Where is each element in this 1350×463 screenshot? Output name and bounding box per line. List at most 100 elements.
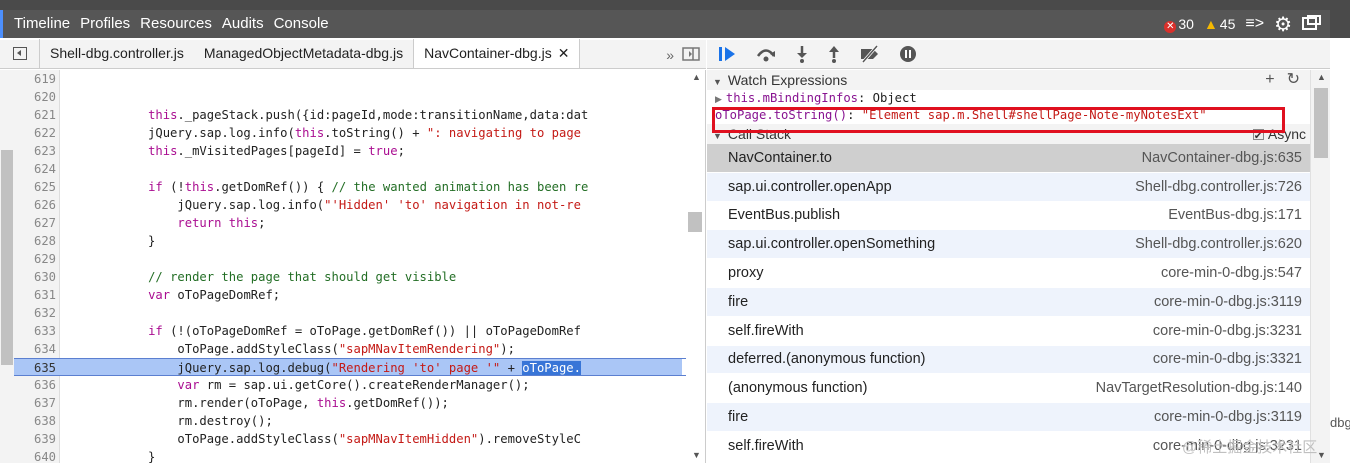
resume-icon[interactable]	[717, 45, 737, 63]
code-line[interactable]: 622 jQuery.sap.log.info(this.toString() …	[14, 124, 686, 142]
code-line[interactable]: 626 jQuery.sap.log.info("'Hidden' 'to' n…	[14, 196, 686, 214]
refresh-watch-icon[interactable]: ↻	[1287, 70, 1300, 90]
warning-counter[interactable]: ▲ 45	[1204, 16, 1235, 32]
line-number[interactable]: 625	[14, 178, 56, 196]
more-tabs-icon[interactable]: »	[666, 47, 674, 64]
code-line[interactable]: 640 }	[14, 448, 686, 463]
add-watch-icon[interactable]: +	[1265, 70, 1274, 90]
call-frame[interactable]: fire core-min-0-dbg.js:3119	[707, 287, 1310, 317]
scroll-down-icon[interactable]: ▼	[1317, 450, 1326, 460]
pause-on-exceptions-icon[interactable]	[899, 45, 917, 63]
step-over-icon[interactable]	[755, 45, 777, 63]
tab-resources[interactable]: Resources	[135, 10, 217, 38]
line-number[interactable]: 624	[14, 160, 56, 178]
frame-location[interactable]: core-min-0-dbg.js:3119	[1154, 294, 1302, 310]
line-number[interactable]: 619	[14, 70, 56, 88]
line-number[interactable]: 640	[14, 448, 56, 463]
dock-side-icon[interactable]	[1302, 14, 1322, 34]
line-number[interactable]: 638	[14, 412, 56, 430]
scrollbar-thumb[interactable]	[688, 212, 702, 232]
deactivate-breakpoints-icon[interactable]	[859, 45, 881, 63]
code-line[interactable]: 621 this._pageStack.push({id:pageId,mode…	[14, 106, 686, 124]
call-frame[interactable]: proxy core-min-0-dbg.js:547	[707, 259, 1310, 288]
line-number[interactable]: 631	[14, 286, 56, 304]
code-line[interactable]: 636 var rm = sap.ui.getCore().createRend…	[14, 376, 686, 394]
scrollbar-thumb[interactable]	[1, 150, 13, 365]
code-line[interactable]: 631 var oToPageDomRef;	[14, 286, 686, 304]
call-frame[interactable]: fire core-min-0-dbg.js:3119	[707, 403, 1310, 432]
frame-location[interactable]: NavContainer-dbg.js:635	[1142, 150, 1302, 166]
scrollbar-thumb[interactable]	[1314, 88, 1328, 158]
line-number[interactable]: 639	[14, 430, 56, 448]
code-line[interactable]: 638 rm.destroy();	[14, 412, 686, 430]
call-frame[interactable]: deferred.(anonymous function) core-min-0-…	[707, 345, 1310, 375]
line-number[interactable]: 621	[14, 106, 56, 124]
call-frame[interactable]: EventBus.publish EventBus-dbg.js:171	[707, 202, 1310, 231]
settings-gear-icon[interactable]: ⚙	[1274, 12, 1292, 37]
line-number[interactable]: 620	[14, 88, 56, 106]
code-line[interactable]: 620	[14, 88, 686, 106]
code-line[interactable]: 632	[14, 304, 686, 322]
line-number[interactable]: 632	[14, 304, 56, 322]
navigator-toggle-button[interactable]	[0, 39, 40, 68]
file-tab-managed-object-metadata[interactable]: ManagedObjectMetadata-dbg.js	[194, 39, 413, 68]
line-number[interactable]: 627	[14, 214, 56, 232]
tab-audits[interactable]: Audits	[217, 10, 269, 38]
step-into-icon[interactable]	[795, 45, 809, 63]
code-line[interactable]: 629	[14, 250, 686, 268]
line-number[interactable]: 622	[14, 124, 56, 142]
source-vertical-scrollbar[interactable]: ▲ ▼	[686, 70, 705, 463]
file-tab-navcontainer[interactable]: NavContainer-dbg.js ✕	[413, 39, 581, 68]
scroll-up-icon[interactable]: ▲	[1317, 72, 1326, 82]
frame-location[interactable]: Shell-dbg.controller.js:620	[1135, 236, 1302, 252]
step-out-icon[interactable]	[827, 45, 841, 63]
frame-location[interactable]: core-min-0-dbg.js:547	[1161, 265, 1302, 281]
line-number[interactable]: 636	[14, 376, 56, 394]
code-line[interactable]: 639 oToPage.addStyleClass("sapMNavItemHi…	[14, 430, 686, 448]
code-line[interactable]: 637 rm.render(oToPage, this.getDomRef())…	[14, 394, 686, 412]
call-frame[interactable]: sap.ui.controller.openSomething Shell-dbg…	[707, 230, 1310, 260]
tab-console[interactable]: Console	[269, 10, 334, 38]
tab-profiles[interactable]: Profiles	[75, 10, 135, 38]
left-scrollbar[interactable]	[0, 70, 14, 463]
code-line[interactable]: 627 return this;	[14, 214, 686, 232]
sidebar-scrollbar[interactable]: ▲ ▼	[1310, 70, 1330, 463]
watch-item[interactable]: ▶ this.mBindingInfos: Object	[707, 90, 1330, 107]
line-number[interactable]: 633	[14, 322, 56, 340]
line-number[interactable]: 626	[14, 196, 56, 214]
line-number[interactable]: 635	[14, 359, 56, 375]
close-tab-icon[interactable]: ✕	[558, 45, 570, 61]
scroll-down-icon[interactable]: ▼	[692, 450, 701, 460]
code-line[interactable]: 635 jQuery.sap.log.debug("Rendering 'to'…	[14, 358, 686, 376]
code-line[interactable]: 634 oToPage.addStyleClass("sapMNavItemRe…	[14, 340, 686, 358]
frame-location[interactable]: core-min-0-dbg.js:3231	[1153, 323, 1302, 339]
line-number[interactable]: 628	[14, 232, 56, 250]
file-tab-shell-controller[interactable]: Shell-dbg.controller.js	[40, 39, 194, 68]
line-number[interactable]: 630	[14, 268, 56, 286]
call-frame[interactable]: NavContainer.to NavContainer-dbg.js:635	[707, 144, 1310, 173]
frame-location[interactable]: Shell-dbg.controller.js:726	[1135, 179, 1302, 195]
line-number[interactable]: 629	[14, 250, 56, 268]
line-number[interactable]: 634	[14, 340, 56, 358]
code-line[interactable]: 619	[14, 70, 686, 88]
frame-location[interactable]: core-min-0-dbg.js:3321	[1153, 351, 1302, 367]
code-line[interactable]: 623 this._mVisitedPages[pageId] = true;	[14, 142, 686, 160]
line-number[interactable]: 623	[14, 142, 56, 160]
call-frame[interactable]: sap.ui.controller.openApp Shell-dbg.contr…	[707, 172, 1310, 202]
watch-expressions-header[interactable]: ▼ Watch Expressions + ↻	[707, 70, 1330, 90]
code-line[interactable]: 624	[14, 160, 686, 178]
code-line[interactable]: 625 if (!this.getDomRef()) { // the want…	[14, 178, 686, 196]
frame-location[interactable]: core-min-0-dbg.js:3119	[1154, 409, 1302, 425]
frame-location[interactable]: EventBus-dbg.js:171	[1168, 207, 1302, 223]
code-line[interactable]: 630 // render the page that should get v…	[14, 268, 686, 286]
error-counter[interactable]: ✕ 30	[1164, 16, 1194, 33]
code-line[interactable]: 628 }	[14, 232, 686, 250]
console-drawer-icon[interactable]: ≡>	[1245, 15, 1264, 33]
call-frame[interactable]: (anonymous function) NavTargetResolution-…	[707, 374, 1310, 404]
call-frame[interactable]: self.fireWith core-min-0-dbg.js:3231	[707, 317, 1310, 346]
tab-timeline[interactable]: Timeline	[0, 10, 75, 38]
frame-location[interactable]: NavTargetResolution-dbg.js:140	[1096, 380, 1302, 396]
debugger-toggle-icon[interactable]	[682, 47, 700, 64]
line-number[interactable]: 637	[14, 394, 56, 412]
collapse-triangle-icon[interactable]: ▶	[715, 94, 722, 104]
